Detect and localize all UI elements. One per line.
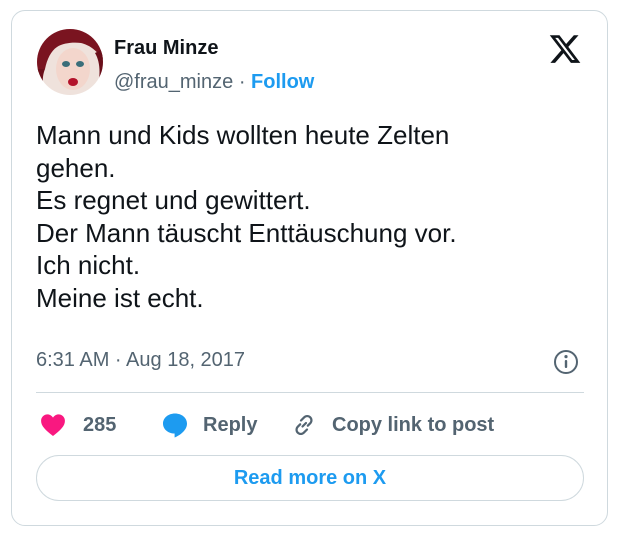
author-name[interactable]: Frau Minze (114, 37, 218, 60)
separator: · (238, 71, 246, 93)
tweet-text-line: Der Mann täuscht Enttäuschung vor. (36, 217, 457, 248)
copy-link-label: Copy link to post (332, 413, 495, 436)
avatar[interactable] (37, 29, 103, 95)
divider (36, 392, 584, 393)
copy-link-button[interactable]: Copy link to post (290, 408, 494, 442)
author-handle[interactable]: @frau_minze (114, 71, 233, 93)
tweet-text-line: Mann und Kids wollten heute Zelten (36, 120, 450, 150)
tweet-timestamp[interactable]: 6:31 AM · Aug 18, 2017 (36, 349, 245, 372)
read-more-button[interactable]: Read more on X (36, 455, 584, 501)
heart-icon (40, 413, 66, 437)
tweet-text-line: Es regnet und gewittert. (36, 185, 311, 215)
tweet-text-line: Ich nicht. (36, 250, 141, 280)
link-icon (290, 411, 318, 439)
tweet-text-line: gehen. (36, 152, 116, 183)
reply-button[interactable]: Reply (161, 408, 257, 442)
tweet-actions: 285 Reply Copy link to post (36, 408, 584, 442)
reply-label: Reply (203, 413, 258, 436)
follow-button[interactable]: Follow (251, 71, 314, 93)
handle-row: @frau_minze · Follow (114, 71, 314, 94)
info-icon[interactable] (553, 349, 579, 375)
like-button[interactable]: 285 (40, 408, 116, 442)
x-logo-icon[interactable] (548, 32, 582, 66)
tweet-text-line: Meine ist echt. (36, 282, 204, 313)
like-count: 285 (83, 413, 117, 436)
speech-bubble-icon (161, 411, 189, 439)
tweet-text: Mann und Kids wollten heute Zelten gehen… (36, 119, 576, 314)
